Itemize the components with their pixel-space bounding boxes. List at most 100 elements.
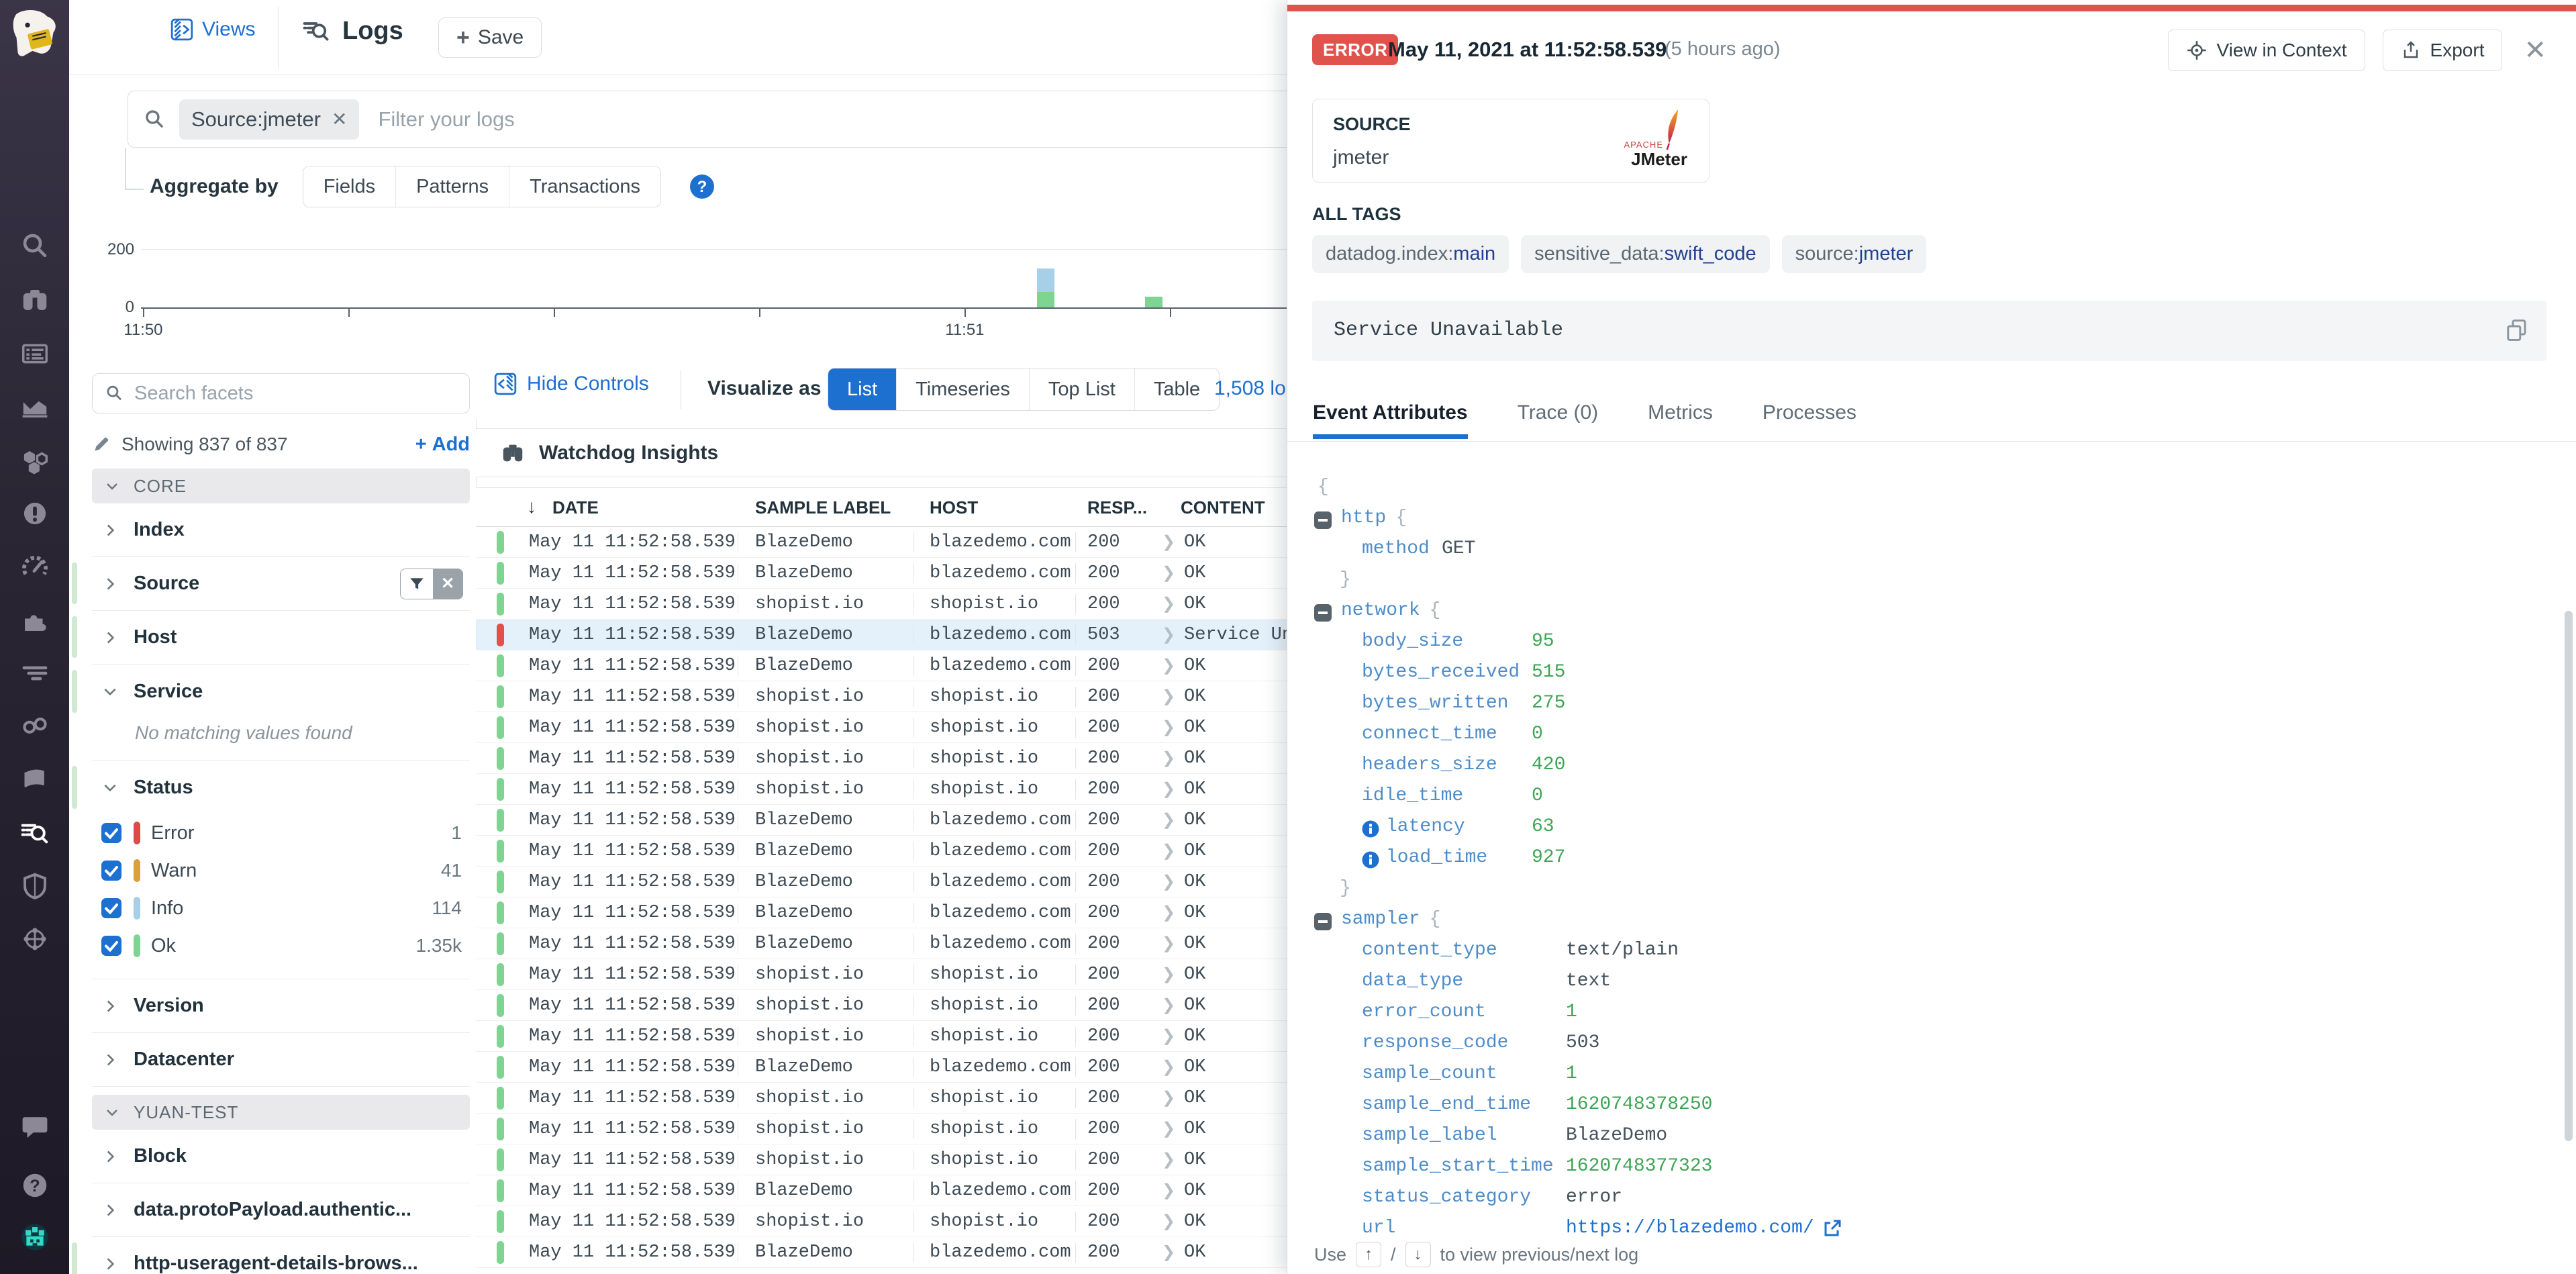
expand-icon[interactable]: ❯ xyxy=(1162,532,1175,552)
checkbox-checked-icon[interactable] xyxy=(101,936,121,956)
expand-icon[interactable]: ❯ xyxy=(1162,1119,1175,1138)
expand-icon[interactable]: ❯ xyxy=(1162,1212,1175,1231)
json-attribute-body_size[interactable]: body_size95 xyxy=(1314,626,2556,657)
column-header-response[interactable]: RESP... xyxy=(1087,497,1151,518)
notebooks-icon[interactable] xyxy=(19,764,50,795)
close-panel-icon[interactable]: ✕ xyxy=(2524,35,2546,66)
aggregate-option-transactions[interactable]: Transactions xyxy=(509,166,660,207)
bits-icon[interactable] xyxy=(19,1222,50,1253)
expand-icon[interactable]: ❯ xyxy=(1162,779,1175,799)
tab-processes[interactable]: Processes xyxy=(1763,401,1856,439)
facet-group-header-core[interactable]: CORE xyxy=(92,469,470,503)
add-facet-button[interactable]: + Add xyxy=(415,434,470,456)
status-value-warn[interactable]: Warn41 xyxy=(92,852,470,889)
json-attribute-idle_time[interactable]: idle_time0 xyxy=(1314,781,2556,812)
json-attribute-content_type[interactable]: content_typetext/plain xyxy=(1314,935,2556,966)
external-link-icon[interactable] xyxy=(1822,1218,1842,1238)
tag-pill-source[interactable]: source:jmeter xyxy=(1782,235,1927,273)
facet-row-block[interactable]: Block xyxy=(92,1130,470,1183)
collapse-icon[interactable] xyxy=(1314,911,1332,928)
json-attribute-status_category[interactable]: status_categoryerror xyxy=(1314,1182,2556,1213)
network-icon[interactable] xyxy=(19,924,50,954)
status-value-info[interactable]: Info114 xyxy=(92,889,470,927)
security-icon[interactable] xyxy=(19,871,50,901)
pencil-icon[interactable] xyxy=(92,435,111,454)
timeline-bar[interactable] xyxy=(1037,268,1054,307)
logs-icon[interactable] xyxy=(19,817,50,848)
apm-icon[interactable] xyxy=(19,552,50,583)
json-attribute-latency[interactable]: latency63 xyxy=(1314,812,2556,842)
clear-filter-icon[interactable]: ✕ xyxy=(433,569,462,599)
json-attribute-load_time[interactable]: load_time927 xyxy=(1314,842,2556,873)
timeline-bar[interactable] xyxy=(1145,297,1162,307)
json-attribute-sample_end_time[interactable]: sample_end_time1620748378250 xyxy=(1314,1089,2556,1120)
checkbox-checked-icon[interactable] xyxy=(101,898,121,918)
expand-icon[interactable]: ❯ xyxy=(1162,965,1175,984)
column-header-content[interactable]: CONTENT xyxy=(1181,497,1265,518)
expand-icon[interactable]: ❯ xyxy=(1162,625,1175,644)
watchdog-icon[interactable] xyxy=(19,285,50,315)
checkbox-checked-icon[interactable] xyxy=(101,823,121,843)
expand-icon[interactable]: ❯ xyxy=(1162,995,1175,1015)
tag-pill-sensitive-data[interactable]: sensitive_data:swift_code xyxy=(1521,235,1769,273)
json-group-sampler[interactable]: sampler{ xyxy=(1314,904,2556,935)
info-icon[interactable] xyxy=(1362,849,1379,867)
expand-icon[interactable]: ❯ xyxy=(1162,594,1175,614)
help-circle-icon[interactable]: ? xyxy=(689,174,715,199)
expand-icon[interactable]: ❯ xyxy=(1162,810,1175,830)
tab-event-attributes[interactable]: Event Attributes xyxy=(1313,401,1468,439)
aggregate-option-fields[interactable]: Fields xyxy=(303,166,395,207)
expand-icon[interactable]: ❯ xyxy=(1162,563,1175,583)
json-attribute-bytes_received[interactable]: bytes_received515 xyxy=(1314,657,2556,688)
expand-icon[interactable]: ❯ xyxy=(1162,1088,1175,1108)
help-icon[interactable]: ? xyxy=(19,1170,50,1201)
expand-icon[interactable]: ❯ xyxy=(1162,1026,1175,1046)
search-filter-tag[interactable]: Source:jmeter ✕ xyxy=(179,99,359,140)
facet-row-data-protopayload-authentic[interactable]: data.protoPayload.authentic... xyxy=(92,1183,470,1237)
sort-descending-icon[interactable]: ↓ xyxy=(527,496,536,518)
facet-group-header-yuan-test[interactable]: YUAN-TEST xyxy=(92,1095,470,1130)
expand-icon[interactable]: ❯ xyxy=(1162,903,1175,922)
json-group-network[interactable]: network{ xyxy=(1314,595,2556,626)
copy-icon[interactable] xyxy=(2505,318,2529,342)
view-in-context-button[interactable]: View in Context xyxy=(2168,30,2365,71)
visualize-mode-timeseries[interactable]: Timeseries xyxy=(896,369,1029,410)
facet-row-index[interactable]: Index xyxy=(92,503,470,557)
visualize-mode-top-list[interactable]: Top List xyxy=(1029,369,1134,410)
json-attribute-response_code[interactable]: response_code503 xyxy=(1314,1028,2556,1059)
search-icon[interactable] xyxy=(19,231,50,262)
expand-icon[interactable]: ❯ xyxy=(1162,1150,1175,1169)
integrations-icon[interactable] xyxy=(19,605,50,636)
facet-row-version[interactable]: Version xyxy=(92,979,470,1033)
panel-scrollbar-thumb[interactable] xyxy=(2565,611,2573,1141)
expand-icon[interactable]: ❯ xyxy=(1162,1181,1175,1200)
json-attribute-headers_size[interactable]: headers_size420 xyxy=(1314,750,2556,781)
expand-icon[interactable]: ❯ xyxy=(1162,1057,1175,1077)
expand-icon[interactable]: ❯ xyxy=(1162,872,1175,891)
facet-row-service[interactable]: Service xyxy=(92,665,470,718)
status-value-error[interactable]: Error1 xyxy=(92,814,470,852)
checkbox-checked-icon[interactable] xyxy=(101,861,121,881)
column-header-date[interactable]: DATE xyxy=(552,497,599,518)
save-button[interactable]: + Save xyxy=(438,17,542,58)
tab-trace-0[interactable]: Trace (0) xyxy=(1518,401,1599,439)
export-button[interactable]: Export xyxy=(2383,30,2503,71)
info-icon[interactable] xyxy=(1362,818,1379,836)
json-attribute-method[interactable]: methodGET xyxy=(1314,534,2556,565)
facet-row-source[interactable]: Source✕ xyxy=(92,557,470,611)
metrics-icon[interactable] xyxy=(19,392,50,423)
monitors-icon[interactable] xyxy=(19,498,50,529)
facet-row-status[interactable]: Status xyxy=(92,761,470,814)
visualize-mode-list[interactable]: List xyxy=(828,369,896,410)
expand-icon[interactable]: ❯ xyxy=(1162,1242,1175,1262)
json-attribute-sample_start_time[interactable]: sample_start_time1620748377323 xyxy=(1314,1151,2556,1182)
pipelines-icon[interactable] xyxy=(19,658,50,689)
expand-icon[interactable]: ❯ xyxy=(1162,656,1175,675)
column-header-host[interactable]: HOST xyxy=(930,497,978,518)
json-attribute-sample_count[interactable]: sample_count1 xyxy=(1314,1059,2556,1089)
datadog-logo[interactable] xyxy=(5,5,64,64)
hide-controls-button[interactable]: Hide Controls xyxy=(493,372,649,396)
tab-metrics[interactable]: Metrics xyxy=(1648,401,1713,439)
status-value-ok[interactable]: Ok1.35k xyxy=(92,927,470,965)
infrastructure-icon[interactable] xyxy=(19,446,50,477)
